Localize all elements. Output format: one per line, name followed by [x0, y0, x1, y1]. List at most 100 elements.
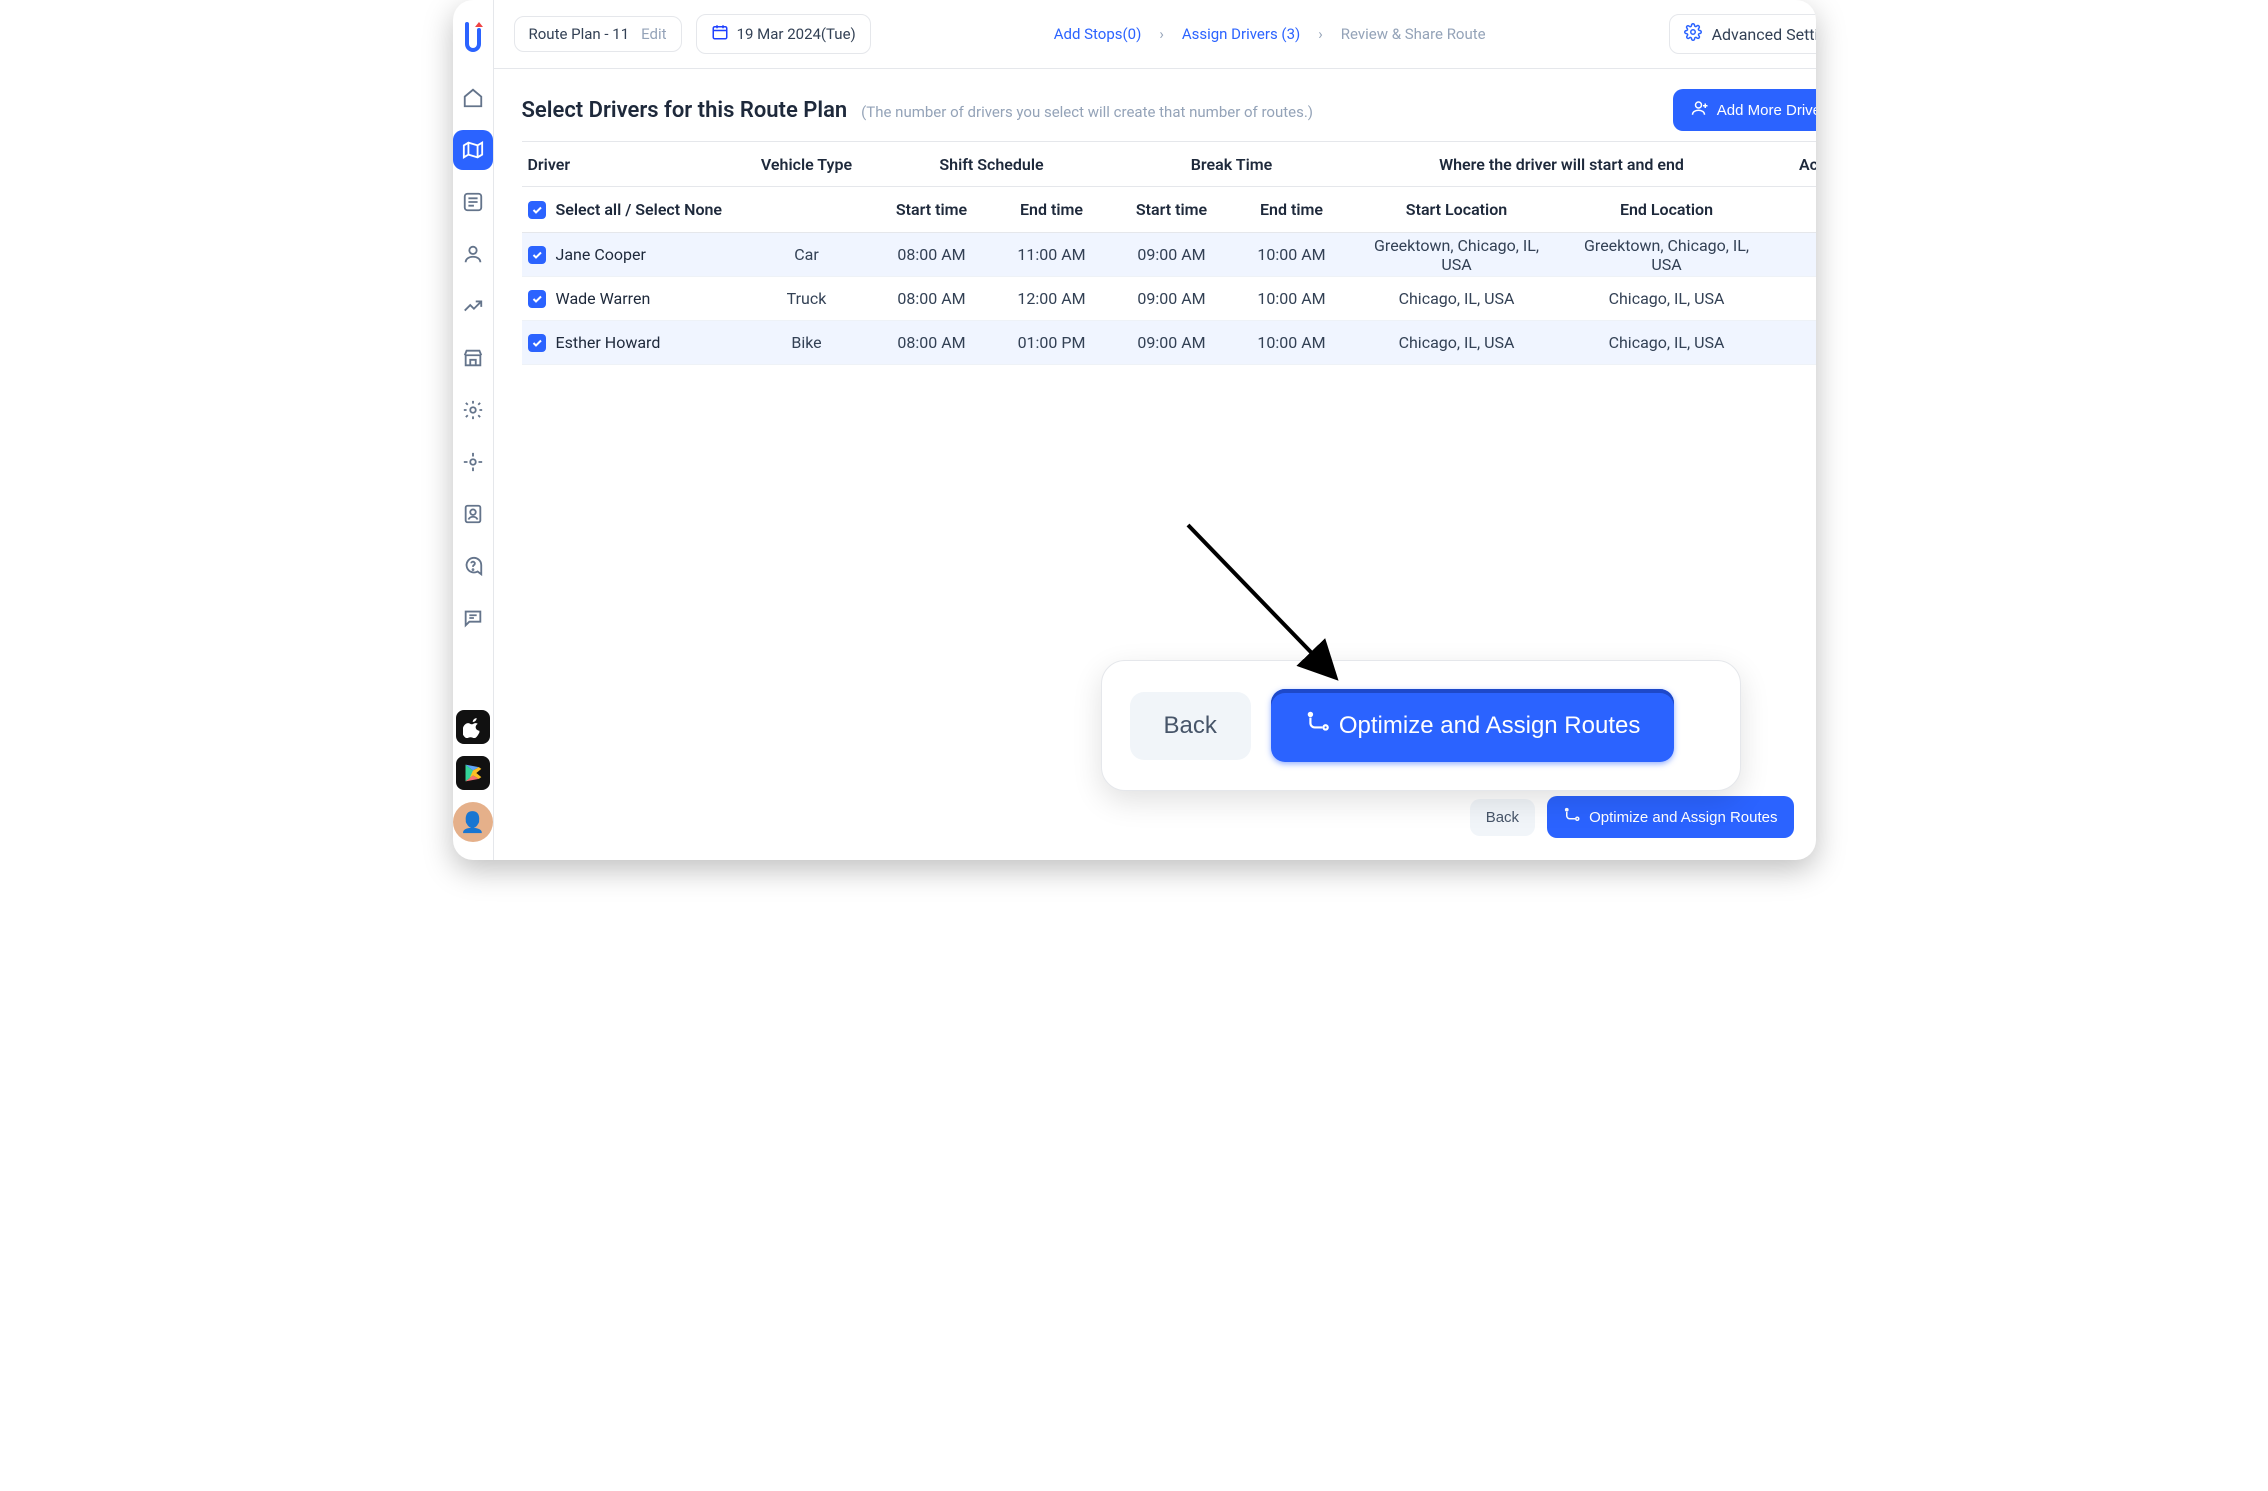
- nav-user-icon[interactable]: [453, 234, 493, 274]
- main-area: Route Plan - 11 Edit 19 Mar 2024(Tue) Ad…: [494, 0, 1816, 860]
- nav-store-icon[interactable]: [453, 338, 493, 378]
- break-start: 09:00 AM: [1112, 289, 1232, 308]
- nav-messages-icon[interactable]: [453, 598, 493, 638]
- table-row: Jane Cooper Car 08:00 AM 11:00 AM 09:00 …: [522, 233, 1816, 277]
- th-shift-start: Start time: [872, 200, 992, 219]
- callout-back-button[interactable]: Back: [1130, 692, 1251, 760]
- shift-end: 01:00 PM: [992, 333, 1112, 352]
- date-picker-chip[interactable]: 19 Mar 2024(Tue): [696, 14, 871, 54]
- vehicle-type: Truck: [742, 289, 872, 308]
- sidebar: 👤: [453, 0, 494, 860]
- back-button-footer[interactable]: Back: [1470, 799, 1535, 836]
- table-row: Esther Howard Bike 08:00 AM 01:00 PM 09:…: [522, 321, 1816, 365]
- nav-analytics-icon[interactable]: [453, 286, 493, 326]
- breadcrumbs: Add Stops(0) › Assign Drivers (3) › Revi…: [885, 25, 1655, 43]
- driver-name: Wade Warren: [556, 289, 651, 308]
- nav-settings-icon[interactable]: [453, 390, 493, 430]
- vehicle-type: Car: [742, 245, 872, 264]
- route-icon: [1305, 709, 1331, 742]
- break-start: 09:00 AM: [1112, 333, 1232, 352]
- page-subtitle: (The number of drivers you select will c…: [861, 103, 1313, 121]
- chevron-right-icon: ›: [1318, 25, 1323, 43]
- page-title: Select Drivers for this Route Plan: [522, 98, 848, 123]
- shift-end: 12:00 AM: [992, 289, 1112, 308]
- th-vehicle: Vehicle Type: [742, 155, 872, 174]
- th-break-end: End time: [1232, 200, 1352, 219]
- route-plan-chip[interactable]: Route Plan - 11 Edit: [514, 16, 682, 52]
- th-shift: Shift Schedule: [872, 155, 1112, 174]
- advanced-settings-button[interactable]: Advanced Settings: [1669, 14, 1816, 54]
- break-end: 10:00 AM: [1232, 333, 1352, 352]
- break-end: 10:00 AM: [1232, 245, 1352, 264]
- bc-assign-drivers[interactable]: Assign Drivers (3): [1182, 25, 1300, 43]
- apple-appstore-link[interactable]: [456, 710, 490, 744]
- table-subheader-row: Select all / Select None Start time End …: [522, 187, 1816, 233]
- edit-row-button[interactable]: [1772, 244, 1816, 266]
- table-header-row: Driver Vehicle Type Shift Schedule Break…: [522, 141, 1816, 187]
- date-text: 19 Mar 2024(Tue): [737, 25, 856, 43]
- back-label: Back: [1164, 712, 1217, 740]
- optimize-button-footer[interactable]: Optimize and Assign Routes: [1547, 796, 1793, 838]
- nav-locate-icon[interactable]: [453, 442, 493, 482]
- bc-add-stops[interactable]: Add Stops(0): [1054, 25, 1142, 43]
- route-plan-title: Route Plan - 11: [529, 25, 630, 43]
- th-locations: Where the driver will start and end: [1352, 155, 1772, 174]
- shift-end: 11:00 AM: [992, 245, 1112, 264]
- th-action: Action: [1772, 155, 1816, 174]
- edit-plan-label[interactable]: Edit: [641, 25, 666, 43]
- driver-name: Esther Howard: [556, 333, 661, 352]
- add-user-icon: [1691, 99, 1709, 121]
- end-location: Greektown, Chicago, IL, USA: [1562, 236, 1772, 274]
- row-checkbox[interactable]: [528, 246, 546, 264]
- gear-icon: [1684, 23, 1702, 45]
- row-checkbox[interactable]: [528, 334, 546, 352]
- profile-avatar[interactable]: 👤: [453, 802, 493, 842]
- end-location: Chicago, IL, USA: [1562, 289, 1772, 308]
- add-more-drivers-label: Add More Drivers: [1717, 102, 1816, 119]
- nav-contacts-icon[interactable]: [453, 494, 493, 534]
- back-label: Back: [1486, 809, 1519, 826]
- driver-name: Jane Cooper: [556, 245, 646, 264]
- shift-start: 08:00 AM: [872, 289, 992, 308]
- bc-review-share: Review & Share Route: [1341, 25, 1486, 43]
- table-row: Wade Warren Truck 08:00 AM 12:00 AM 09:0…: [522, 277, 1816, 321]
- end-location: Chicago, IL, USA: [1562, 333, 1772, 352]
- break-start: 09:00 AM: [1112, 245, 1232, 264]
- th-break: Break Time: [1112, 155, 1352, 174]
- drivers-table: Driver Vehicle Type Shift Schedule Break…: [494, 141, 1816, 365]
- app-logo: [457, 18, 489, 58]
- footer-actions: Back Optimize and Assign Routes: [1470, 796, 1794, 838]
- optimize-label: Optimize and Assign Routes: [1339, 712, 1641, 740]
- th-break-start: Start time: [1112, 200, 1232, 219]
- start-location: Chicago, IL, USA: [1352, 333, 1562, 352]
- vehicle-type: Bike: [742, 333, 872, 352]
- th-start-location: Start Location: [1352, 200, 1562, 219]
- calendar-icon: [711, 23, 729, 45]
- th-end-location: End Location: [1562, 200, 1772, 219]
- callout-optimize-button[interactable]: Optimize and Assign Routes: [1271, 689, 1675, 762]
- chevron-right-icon: ›: [1159, 25, 1164, 43]
- route-icon: [1563, 806, 1581, 828]
- start-location: Greektown, Chicago, IL, USA: [1352, 236, 1562, 274]
- add-more-drivers-button[interactable]: Add More Drivers: [1673, 89, 1816, 131]
- shift-start: 08:00 AM: [872, 333, 992, 352]
- callout-overlay: Back Optimize and Assign Routes: [1101, 660, 1741, 791]
- advanced-settings-label: Advanced Settings: [1712, 25, 1816, 44]
- shift-start: 08:00 AM: [872, 245, 992, 264]
- nav-help-icon[interactable]: [453, 546, 493, 586]
- break-end: 10:00 AM: [1232, 289, 1352, 308]
- edit-row-button[interactable]: [1772, 288, 1816, 310]
- nav-list-icon[interactable]: [453, 182, 493, 222]
- th-driver: Driver: [522, 155, 742, 174]
- start-location: Chicago, IL, USA: [1352, 289, 1562, 308]
- row-checkbox[interactable]: [528, 290, 546, 308]
- edit-row-button[interactable]: [1772, 332, 1816, 354]
- google-play-link[interactable]: [456, 756, 490, 790]
- app-window: 👤 Route Plan - 11 Edit 19 Mar 2024(Tue) …: [453, 0, 1816, 860]
- select-all-checkbox[interactable]: [528, 201, 546, 219]
- th-shift-end: End time: [992, 200, 1112, 219]
- topbar: Route Plan - 11 Edit 19 Mar 2024(Tue) Ad…: [494, 0, 1816, 69]
- page-header: Select Drivers for this Route Plan (The …: [494, 69, 1816, 141]
- nav-home-icon[interactable]: [453, 78, 493, 118]
- nav-routes-icon[interactable]: [453, 130, 493, 170]
